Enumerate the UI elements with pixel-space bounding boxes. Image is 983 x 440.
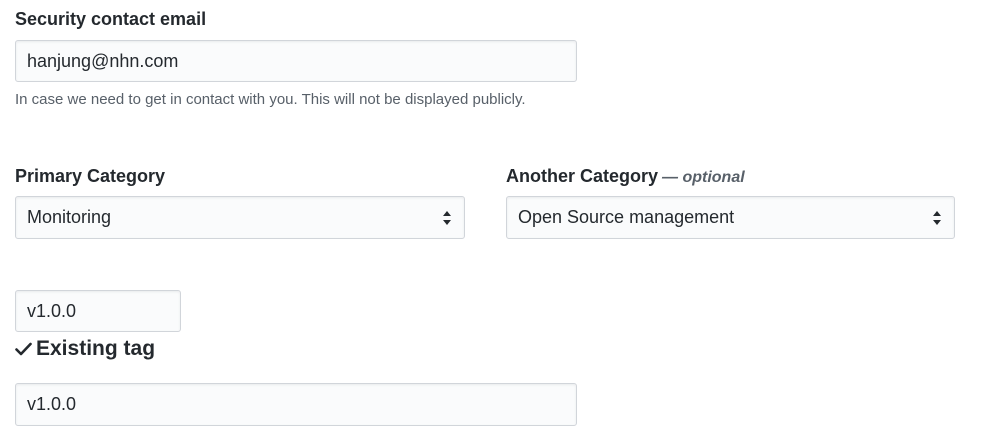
security-contact-label: Security contact email	[15, 9, 207, 29]
primary-category-value: Monitoring	[27, 207, 112, 227]
existing-tag-status: Existing tag	[15, 337, 155, 361]
primary-category-label: Primary Category	[15, 166, 166, 186]
select-arrows-icon	[931, 210, 943, 226]
release-title-input[interactable]	[15, 383, 577, 426]
another-category-label-text: Another Category	[506, 166, 659, 186]
another-category-label: Another Category — optional	[506, 165, 745, 189]
select-arrows-icon	[441, 210, 453, 226]
existing-tag-text: Existing tag	[36, 337, 156, 360]
security-contact-note: In case we need to get in contact with y…	[15, 91, 526, 108]
tag-version-input[interactable]	[15, 290, 181, 332]
another-category-select[interactable]: Open Source management	[506, 196, 955, 239]
optional-hint: — optional	[662, 169, 745, 186]
release-form: Security contact email In case we need t…	[0, 0, 983, 440]
security-email-input[interactable]	[15, 40, 577, 82]
check-icon	[15, 342, 32, 356]
primary-category-select[interactable]: Monitoring	[15, 196, 465, 239]
another-category-value: Open Source management	[518, 207, 735, 227]
